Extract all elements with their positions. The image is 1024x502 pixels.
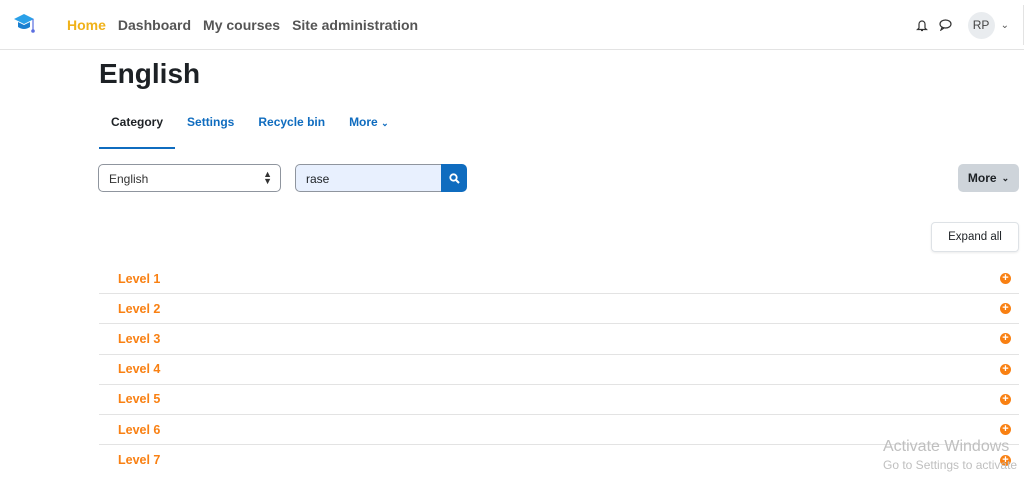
category-row: Level 2 + bbox=[99, 294, 1019, 325]
category-select[interactable]: English ▲ ▼ bbox=[98, 164, 281, 192]
search-button[interactable] bbox=[441, 164, 467, 192]
category-link[interactable]: Level 7 bbox=[118, 453, 160, 467]
top-navbar: Home Dashboard My courses Site administr… bbox=[0, 0, 1024, 50]
nav-site-administration[interactable]: Site administration bbox=[292, 17, 418, 33]
chevron-down-icon: ⌄ bbox=[1001, 172, 1010, 183]
nav-my-courses[interactable]: My courses bbox=[203, 17, 280, 33]
tab-more[interactable]: More ⌄ bbox=[337, 112, 401, 149]
expand-plus-icon[interactable]: + bbox=[1000, 333, 1011, 345]
page-title: English bbox=[99, 58, 201, 89]
nav-dashboard[interactable]: Dashboard bbox=[118, 17, 191, 33]
category-row: Level 6 + bbox=[99, 415, 1019, 446]
user-avatar[interactable]: RP bbox=[967, 11, 995, 39]
site-logo-icon[interactable] bbox=[13, 13, 37, 40]
category-select-value: English bbox=[109, 172, 149, 186]
category-link[interactable]: Level 1 bbox=[118, 272, 160, 286]
expand-plus-icon[interactable]: + bbox=[1000, 363, 1011, 375]
category-link[interactable]: Level 3 bbox=[118, 332, 160, 346]
tab-settings[interactable]: Settings bbox=[175, 112, 246, 149]
nav-home[interactable]: Home bbox=[67, 17, 106, 33]
expand-plus-icon[interactable]: + bbox=[1000, 273, 1011, 285]
category-list: Level 1 + Level 2 + Level 3 + Level 4 + Level 5 +… bbox=[99, 264, 1019, 475]
windows-watermark: Activate Windows Go to Settings to activ… bbox=[883, 438, 1017, 472]
category-link[interactable]: Level 4 bbox=[118, 362, 160, 376]
tab-category[interactable]: Category bbox=[99, 112, 176, 149]
category-link[interactable]: Level 2 bbox=[118, 302, 160, 316]
category-row: Level 4 + bbox=[99, 355, 1019, 385]
expand-plus-icon[interactable]: + bbox=[1000, 424, 1011, 436]
category-link[interactable]: Level 5 bbox=[118, 392, 160, 406]
more-label: More bbox=[967, 171, 997, 185]
category-row: Level 3 + bbox=[99, 324, 1019, 355]
select-arrows-icon: ▲ ▼ bbox=[263, 169, 272, 186]
bell-icon[interactable] bbox=[910, 19, 934, 32]
more-button[interactable]: More ⌄ bbox=[958, 164, 1019, 192]
tab-more-label: More bbox=[349, 115, 378, 129]
category-row: Level 7 + bbox=[99, 445, 1019, 475]
chevron-down-icon[interactable]: ⌄ bbox=[1001, 20, 1009, 31]
expand-plus-icon[interactable]: + bbox=[1000, 303, 1011, 315]
category-row: Level 1 + bbox=[99, 264, 1019, 295]
secondary-navigation: Category Settings Recycle bin More ⌄ bbox=[99, 112, 401, 149]
expand-plus-icon[interactable]: + bbox=[1000, 393, 1011, 405]
tab-recycle-bin[interactable]: Recycle bin bbox=[246, 112, 337, 149]
chevron-down-icon: ⌄ bbox=[381, 118, 389, 128]
category-link[interactable]: Level 6 bbox=[118, 423, 160, 437]
category-row: Level 5 + bbox=[99, 385, 1019, 415]
search-input[interactable]: rase bbox=[295, 164, 441, 192]
watermark-line2: Go to Settings to activate bbox=[883, 458, 1018, 472]
expand-all-button[interactable]: Expand all bbox=[931, 222, 1019, 252]
chat-icon[interactable] bbox=[934, 19, 958, 31]
search-icon bbox=[448, 172, 460, 184]
watermark-line1: Activate Windows bbox=[883, 438, 1010, 455]
